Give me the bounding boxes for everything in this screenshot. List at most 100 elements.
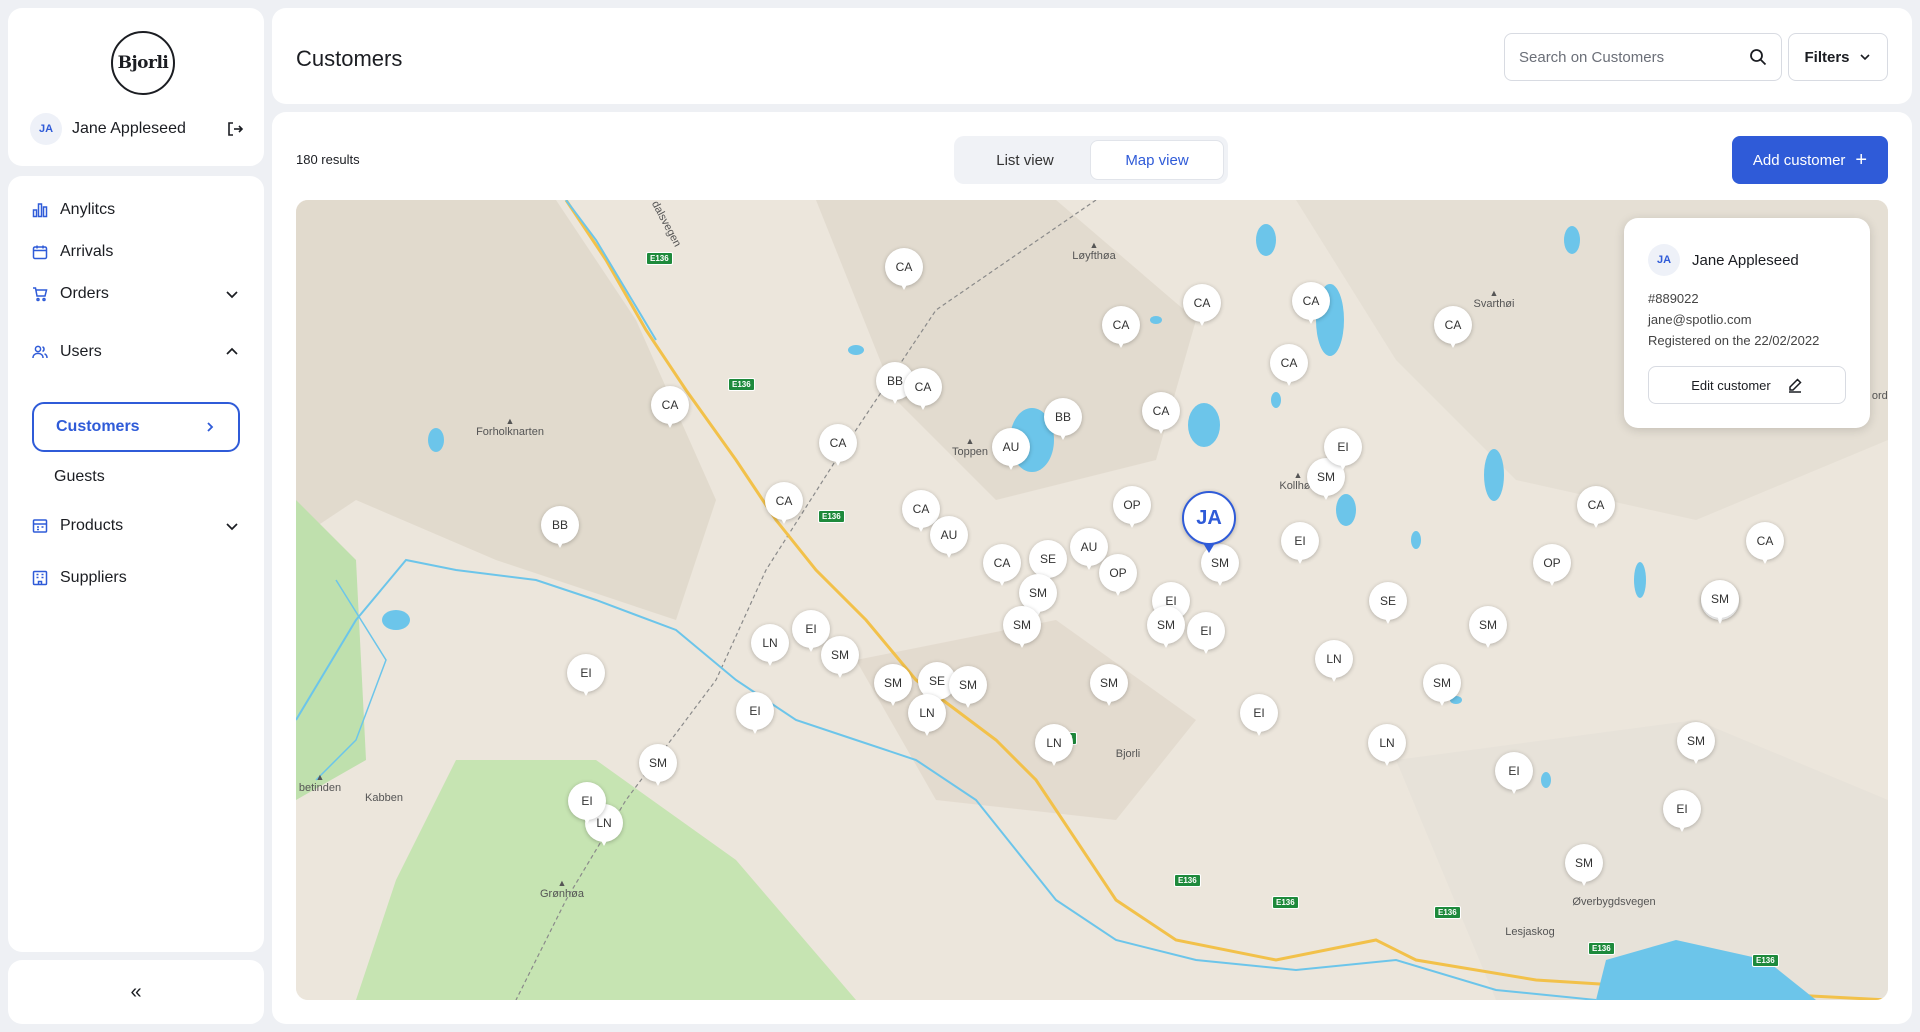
customer-pin[interactable]: EI [1281, 522, 1319, 568]
sidebar-item-products[interactable]: Products [30, 506, 250, 546]
sidebar-item-label: Guests [54, 468, 105, 485]
selected-customer-pin[interactable]: JA [1182, 491, 1236, 553]
place-label: Kabben [365, 792, 403, 804]
customer-popup: JA Jane Appleseed #889022 jane@spotlio.c… [1624, 218, 1870, 428]
customer-pin[interactable]: SM [1565, 844, 1603, 890]
customer-id: #889022 [1648, 291, 1699, 306]
customer-pin[interactable]: CA [651, 386, 689, 432]
customer-pin[interactable]: CA [1102, 306, 1140, 352]
place-label: Bjorli [1115, 748, 1141, 760]
customer-pin[interactable]: SM [1469, 606, 1507, 652]
customer-pin[interactable]: SM [1147, 606, 1185, 652]
chevron-down-icon[interactable] [224, 518, 240, 534]
customer-pin[interactable]: CA [1270, 344, 1308, 390]
popup-header: JA Jane Appleseed [1648, 244, 1799, 276]
customer-pin[interactable]: CA [1746, 522, 1784, 568]
add-customer-label: Add customer [1752, 151, 1846, 169]
tab-map-view[interactable]: Map view [1090, 140, 1224, 180]
edit-customer-button[interactable]: Edit customer [1648, 366, 1846, 404]
page-header: Customers Filters [272, 8, 1912, 104]
customer-pin[interactable]: LN [908, 694, 946, 740]
customer-pin[interactable]: CA [983, 544, 1021, 590]
customer-pin[interactable]: SM [1423, 664, 1461, 710]
place-label: Lesjaskog [1505, 926, 1555, 938]
chevron-down-icon [1859, 54, 1870, 61]
chevron-right-icon [207, 422, 214, 432]
customer-pin[interactable]: SM [1090, 664, 1128, 710]
customer-pin[interactable]: LN [1315, 640, 1353, 686]
search-input[interactable] [1519, 48, 1749, 66]
customer-pin[interactable]: BB [1044, 398, 1082, 444]
results-count: 180 results [296, 152, 360, 167]
selected-pin-initials: JA [1182, 491, 1236, 545]
customer-pin[interactable]: CA [819, 424, 857, 470]
sidebar-item-suppliers[interactable]: Suppliers [30, 558, 250, 598]
road-sign: E136 [818, 510, 845, 523]
customer-pin[interactable]: LN [751, 624, 789, 670]
customer-pin[interactable]: EI [1240, 694, 1278, 740]
customer-pin[interactable]: EI [736, 692, 774, 738]
search-box[interactable] [1504, 33, 1782, 81]
customer-pin[interactable]: CA [885, 248, 923, 294]
customer-pin[interactable]: EI [1324, 428, 1362, 474]
customer-pin[interactable]: SM [949, 666, 987, 712]
customer-pin[interactable]: SM [874, 664, 912, 710]
customer-pin[interactable]: SM [821, 636, 859, 682]
customer-pin[interactable]: CA [1434, 306, 1472, 352]
customer-pin[interactable]: EI [1187, 612, 1225, 658]
sidebar-item-users[interactable]: Users [30, 332, 250, 372]
customer-pin[interactable]: LN [1035, 724, 1073, 770]
customer-pin[interactable]: EI [1663, 790, 1701, 836]
customer-pin[interactable]: SM [1701, 580, 1739, 626]
customer-pin[interactable]: EI [567, 654, 605, 700]
place-label: ▲ Grønhøa [539, 878, 585, 900]
sidebar-item-analytics[interactable]: Anylitcs [30, 190, 250, 230]
customer-pin[interactable]: SM [1003, 606, 1041, 652]
tab-list-view[interactable]: List view [958, 140, 1092, 180]
collapse-sidebar-button[interactable]: « [8, 960, 264, 1024]
user-avatar: JA [30, 113, 62, 145]
pencil-icon [1788, 378, 1802, 393]
customer-map[interactable]: ▲ Løyfthøa ▲ Svarthøi ▲ Forholknarten ▲ Topp… [296, 200, 1888, 1000]
bar-chart-icon [30, 200, 50, 220]
customer-pin[interactable]: CA [1292, 282, 1330, 328]
content-area: 180 results List view Map view Add custo… [272, 112, 1912, 1024]
chevron-down-icon[interactable] [224, 286, 240, 302]
bjorli-logo[interactable]: Bjorli [111, 31, 175, 95]
sidebar-nav: Anylitcs Arrivals Orders Users Customers… [8, 176, 264, 952]
building-icon [30, 568, 50, 588]
customer-pin[interactable]: OP [1113, 486, 1151, 532]
chevron-up-icon[interactable] [224, 344, 240, 360]
customer-pin[interactable]: CA [904, 368, 942, 414]
sidebar-item-guests[interactable]: Guests [32, 452, 240, 502]
customer-pin[interactable]: SM [639, 744, 677, 790]
filters-button[interactable]: Filters [1788, 33, 1888, 81]
products-icon [30, 516, 50, 536]
search-icon[interactable] [1749, 48, 1767, 66]
sidebar-item-arrivals[interactable]: Arrivals [30, 232, 250, 272]
road-sign: E136 [646, 252, 673, 265]
customer-pin[interactable]: SE [1369, 582, 1407, 628]
edit-customer-label: Edit customer [1691, 377, 1771, 393]
customer-pin[interactable]: BB [541, 506, 579, 552]
customer-pin[interactable]: OP [1099, 554, 1137, 600]
customer-pin[interactable]: SM [1677, 722, 1715, 768]
customer-pin[interactable]: CA [1183, 284, 1221, 330]
filters-label: Filters [1804, 48, 1850, 66]
customer-pin[interactable]: CA [1142, 392, 1180, 438]
customer-pin[interactable]: AU [930, 516, 968, 562]
road-sign: E136 [1588, 942, 1615, 955]
sidebar-item-orders[interactable]: Orders [30, 274, 250, 314]
customer-pin[interactable]: LN [1368, 724, 1406, 770]
customer-pin[interactable]: CA [765, 482, 803, 528]
customer-pin[interactable]: AU [992, 428, 1030, 474]
user-profile: JA Jane Appleseed [30, 112, 246, 146]
customer-pin[interactable]: CA [1577, 486, 1615, 532]
customer-pin[interactable]: EI [1495, 752, 1533, 798]
customer-pin[interactable]: OP [1533, 544, 1571, 590]
sidebar-item-customers[interactable]: Customers [32, 402, 240, 452]
customer-pin[interactable]: EI [568, 782, 606, 828]
add-customer-button[interactable]: Add customer + [1732, 136, 1888, 184]
logout-icon[interactable] [224, 118, 246, 140]
place-label: ▲ betinden [298, 772, 342, 794]
